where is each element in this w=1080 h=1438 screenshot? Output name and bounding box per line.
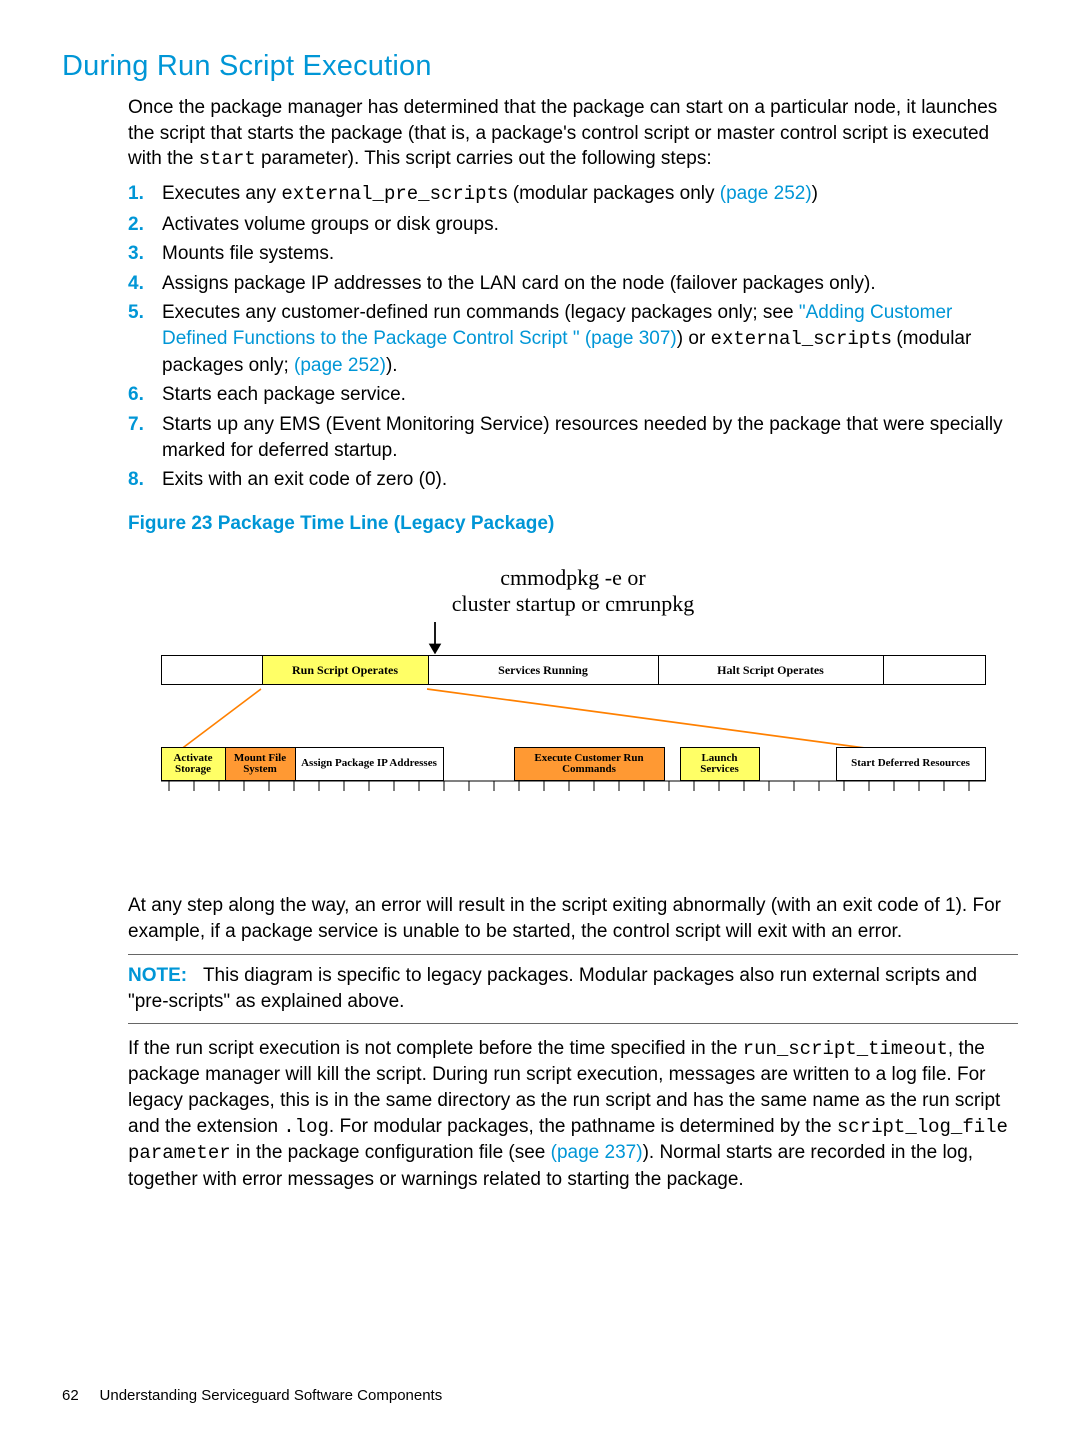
step-number: 2.	[128, 212, 162, 238]
final-paragraph: If the run script execution is not compl…	[128, 1036, 1018, 1193]
box-launch-services: Launch Services	[680, 747, 760, 781]
timeline-ticks	[161, 779, 986, 793]
step-number: 5.	[128, 300, 162, 378]
step-number: 8.	[128, 467, 162, 493]
note-label: NOTE:	[128, 965, 187, 986]
step-text: Assigns package IP addresses to the LAN …	[162, 271, 1018, 297]
segment-run-script: Run Script Operates	[263, 656, 429, 684]
intro-text-2: parameter). This script carries out the …	[256, 148, 712, 169]
page-number: 62	[62, 1387, 79, 1404]
intro-paragraph: Once the package manager has determined …	[128, 95, 1018, 173]
step-number: 7.	[128, 412, 162, 463]
box-mount-file-system: Mount File System	[226, 747, 296, 781]
page-link[interactable]: (page 252)	[294, 355, 386, 376]
box-assign-ip: Assign Package IP Addresses	[296, 747, 444, 781]
step-text: Starts up any EMS (Event Monitoring Serv…	[162, 412, 1018, 463]
page-link[interactable]: (page 237)	[551, 1142, 643, 1163]
arrow-down-icon	[426, 622, 444, 654]
segment-halt-script: Halt Script Operates	[659, 656, 884, 684]
timeline-diagram: cmmodpkg -e or cluster startup or cmrunp…	[161, 565, 986, 793]
step-number: 6.	[128, 382, 162, 408]
diagram-title-2: cluster startup or cmrunpkg	[161, 591, 986, 617]
step-text: Mounts file systems.	[162, 241, 1018, 267]
step-text: Executes any customer-defined run comman…	[162, 300, 1018, 378]
note-text: This diagram is specific to legacy packa…	[128, 965, 977, 1012]
box-activate-storage: Activate Storage	[161, 747, 226, 781]
timeline-bottom-bar: Activate Storage Mount File System Assig…	[161, 747, 986, 781]
page-link[interactable]: (page 252)	[720, 183, 812, 204]
note-block: NOTE: This diagram is specific to legacy…	[128, 954, 1018, 1023]
segment-services-running: Services Running	[429, 656, 659, 684]
box-start-deferred: Start Deferred Resources	[836, 747, 986, 781]
timeline-top-bar: Run Script Operates Services Running Hal…	[161, 655, 986, 685]
intro-code-start: start	[199, 148, 256, 170]
step-number: 1.	[128, 181, 162, 208]
steps-list: 1. Executes any external_pre_scripts (mo…	[128, 181, 1018, 493]
box-execute-commands: Execute Customer Run Commands	[514, 747, 665, 781]
step-text: Activates volume groups or disk groups.	[162, 212, 1018, 238]
section-heading: During Run Script Execution	[62, 50, 1018, 83]
step-text: Executes any external_pre_scripts (modul…	[162, 181, 1018, 208]
page-footer: 62 Understanding Serviceguard Software C…	[62, 1387, 442, 1404]
diagram-title-1: cmmodpkg -e or	[161, 565, 986, 591]
step-text: Starts each package service.	[162, 382, 1018, 408]
step-number: 3.	[128, 241, 162, 267]
step-number: 4.	[128, 271, 162, 297]
step-text: Exits with an exit code of zero (0).	[162, 467, 1018, 493]
figure-caption: Figure 23 Package Time Line (Legacy Pack…	[128, 513, 1018, 535]
footer-title: Understanding Serviceguard Software Comp…	[100, 1387, 443, 1404]
post-figure-paragraph: At any step along the way, an error will…	[128, 893, 1018, 944]
